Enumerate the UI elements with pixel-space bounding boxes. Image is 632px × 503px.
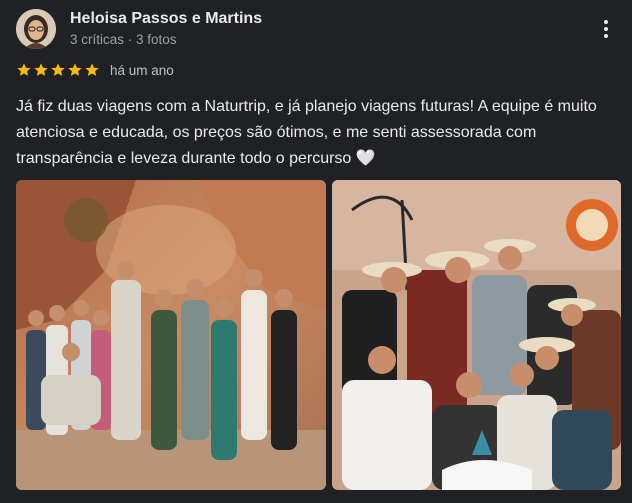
avatar[interactable]	[16, 9, 56, 49]
star-icon	[51, 63, 65, 76]
review-photo-1[interactable]	[16, 180, 326, 490]
avatar-image	[16, 9, 56, 49]
group-photo-hats	[332, 180, 621, 490]
star-icon	[17, 63, 31, 76]
star-icon	[68, 63, 82, 76]
star-icon	[34, 63, 48, 76]
review-photo-2[interactable]	[332, 180, 621, 490]
review-text: Já fiz duas viagens com a Naturtrip, e j…	[16, 98, 597, 167]
reviewer-stats[interactable]: 3 críticas · 3 fotos	[70, 32, 177, 47]
more-vert-icon[interactable]	[592, 14, 620, 44]
rating-row: há um ano	[16, 62, 174, 78]
star-icon	[85, 63, 99, 76]
review-date: há um ano	[110, 62, 174, 78]
star-rating	[16, 62, 100, 78]
group-photo-canyon	[16, 180, 326, 490]
reviewer-name[interactable]: Heloisa Passos e Martins	[70, 10, 262, 28]
